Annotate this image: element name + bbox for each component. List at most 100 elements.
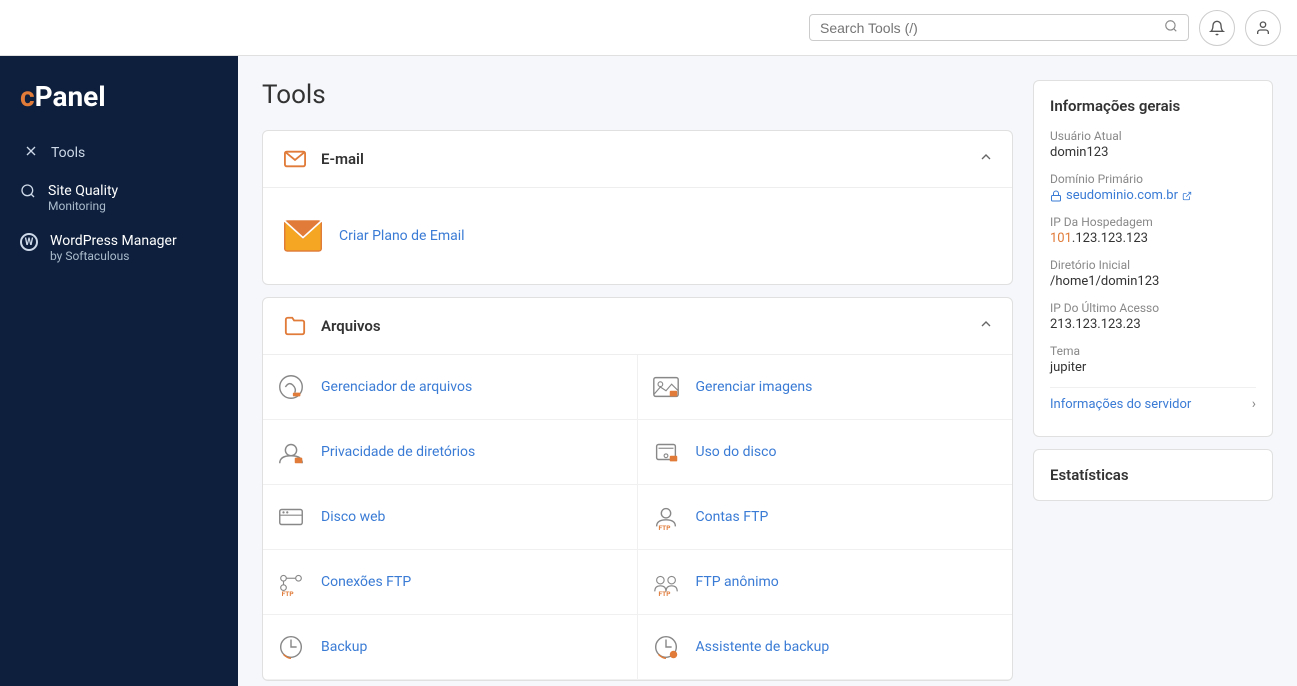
disk-usage-link[interactable]: Uso do disco	[696, 444, 777, 460]
ip-hospedagem-value: 101.123.123.123	[1050, 231, 1256, 246]
create-email-icon	[281, 214, 325, 258]
backup-link[interactable]: Backup	[321, 639, 367, 655]
arquivos-section-icon	[281, 312, 309, 340]
manage-images-link[interactable]: Gerenciar imagens	[696, 379, 813, 395]
sidebar: cPanel Tools Site Quality Monitoring	[0, 56, 238, 686]
backup-wizard-link[interactable]: Assistente de backup	[696, 639, 830, 655]
ultimo-acesso-label: IP Do Último Acesso	[1050, 301, 1256, 315]
svg-text:FTP: FTP	[658, 590, 670, 597]
tool-item-web-disk: Disco web	[263, 485, 638, 550]
page-title: Tools	[262, 80, 1013, 110]
ftp-connections-icon: FTP	[273, 564, 309, 600]
notifications-button[interactable]	[1199, 10, 1235, 46]
server-info-label: Informações do servidor	[1050, 397, 1191, 412]
tool-item-dir-privacy: Privacidade de diretórios	[263, 420, 638, 485]
search-container	[809, 14, 1189, 41]
wordpress-line2: by Softaculous	[50, 249, 177, 263]
tool-item-disk-usage: Uso do disco	[638, 420, 1013, 485]
right-panel: Informações gerais Usuário Atual domin12…	[1033, 80, 1273, 662]
anon-ftp-icon: FTP	[648, 564, 684, 600]
search-button[interactable]	[1164, 19, 1178, 36]
sidebar-tools-label: Tools	[51, 145, 85, 161]
email-collapse-button[interactable]	[978, 149, 994, 170]
main-content: Tools E-mail	[238, 56, 1297, 686]
wordpress-line1: WordPress Manager	[50, 233, 177, 249]
layout: cPanel Tools Site Quality Monitoring	[0, 56, 1297, 686]
site-quality-icon	[20, 183, 36, 203]
logo: cPanel	[0, 72, 238, 133]
ftp-accounts-icon: FTP	[648, 499, 684, 535]
disk-usage-icon	[648, 434, 684, 470]
tool-item-backup: Backup	[263, 615, 638, 680]
arquivos-header: Arquivos	[263, 298, 1012, 355]
dominio-label: Domínio Primário	[1050, 172, 1256, 186]
svg-text:FTP: FTP	[282, 590, 294, 597]
lock-icon	[1050, 190, 1062, 202]
server-info-arrow: ›	[1252, 396, 1256, 412]
ftp-connections-link[interactable]: Conexões FTP	[321, 574, 411, 590]
tools-icon	[23, 143, 39, 163]
usuario-label: Usuário Atual	[1050, 129, 1256, 143]
file-manager-icon	[273, 369, 309, 405]
user-button[interactable]	[1245, 10, 1281, 46]
sidebar-item-site-quality[interactable]: Site Quality Monitoring	[0, 173, 238, 223]
tool-item-file-manager: Gerenciador de arquivos	[263, 355, 638, 420]
stats-card: Estatísticas	[1033, 449, 1273, 501]
tema-value: jupiter	[1050, 360, 1256, 375]
info-card: Informações gerais Usuário Atual domin12…	[1033, 80, 1273, 437]
arquivos-section: Arquivos	[262, 297, 1013, 681]
sidebar-item-tools[interactable]: Tools	[0, 133, 238, 173]
arquivos-section-title: Arquivos	[321, 317, 381, 335]
email-body: Criar Plano de Email	[263, 188, 1012, 284]
dominio-row: Domínio Primário seudominio.com.br	[1050, 172, 1256, 203]
tool-item-anon-ftp: FTP FTP anônimo	[638, 550, 1013, 615]
sidebar-item-wordpress[interactable]: W WordPress Manager by Softaculous	[0, 223, 238, 273]
diretorio-value: /home1/domin123	[1050, 274, 1256, 289]
content-area: Tools E-mail	[262, 80, 1013, 662]
usuario-row: Usuário Atual domin123	[1050, 129, 1256, 160]
email-section-title: E-mail	[321, 150, 364, 168]
info-card-title: Informações gerais	[1050, 97, 1256, 115]
tool-item-manage-images: Gerenciar imagens	[638, 355, 1013, 420]
dominio-link[interactable]: seudominio.com.br	[1050, 188, 1256, 203]
dominio-value: seudominio.com.br	[1066, 188, 1178, 203]
search-input[interactable]	[820, 20, 1164, 36]
ip-highlight: 101	[1050, 231, 1072, 246]
ultimo-acesso-row: IP Do Último Acesso 213.123.123.23	[1050, 301, 1256, 332]
logo-text: cPanel	[20, 80, 106, 113]
wordpress-icon: W	[20, 233, 38, 251]
ip-hospedagem-row: IP Da Hospedagem 101.123.123.123	[1050, 215, 1256, 246]
tema-row: Tema jupiter	[1050, 344, 1256, 375]
external-link-icon	[1182, 191, 1192, 201]
file-manager-link[interactable]: Gerenciador de arquivos	[321, 379, 472, 395]
site-quality-line2: Monitoring	[48, 199, 118, 213]
tool-grid: Gerenciador de arquivos	[263, 355, 1012, 680]
email-header: E-mail	[263, 131, 1012, 188]
anon-ftp-link[interactable]: FTP anônimo	[696, 574, 779, 590]
diretorio-row: Diretório Inicial /home1/domin123	[1050, 258, 1256, 289]
server-info-row[interactable]: Informações do servidor ›	[1050, 387, 1256, 420]
arquivos-body: Gerenciador de arquivos	[263, 355, 1012, 680]
dir-privacy-link[interactable]: Privacidade de diretórios	[321, 444, 475, 460]
topbar	[0, 0, 1297, 56]
ip-hospedagem-label: IP Da Hospedagem	[1050, 215, 1256, 229]
backup-icon	[273, 629, 309, 665]
stats-title: Estatísticas	[1050, 466, 1256, 484]
email-section-icon	[281, 145, 309, 173]
web-disk-link[interactable]: Disco web	[321, 509, 385, 525]
email-section: E-mail	[262, 130, 1013, 285]
ultimo-acesso-value: 213.123.123.23	[1050, 317, 1256, 332]
email-item-create-plan: Criar Plano de Email	[281, 204, 994, 268]
backup-wizard-icon	[648, 629, 684, 665]
manage-images-icon	[648, 369, 684, 405]
create-email-plan-link[interactable]: Criar Plano de Email	[339, 228, 465, 244]
tool-item-ftp-accounts: FTP Contas FTP	[638, 485, 1013, 550]
tool-item-ftp-connections: FTP Conexões FTP	[263, 550, 638, 615]
site-quality-line1: Site Quality	[48, 183, 118, 199]
diretorio-label: Diretório Inicial	[1050, 258, 1256, 272]
ftp-accounts-link[interactable]: Contas FTP	[696, 509, 769, 525]
svg-text:FTP: FTP	[658, 524, 670, 532]
tool-item-backup-wizard: Assistente de backup	[638, 615, 1013, 680]
arquivos-collapse-button[interactable]	[978, 316, 994, 337]
web-disk-icon	[273, 499, 309, 535]
